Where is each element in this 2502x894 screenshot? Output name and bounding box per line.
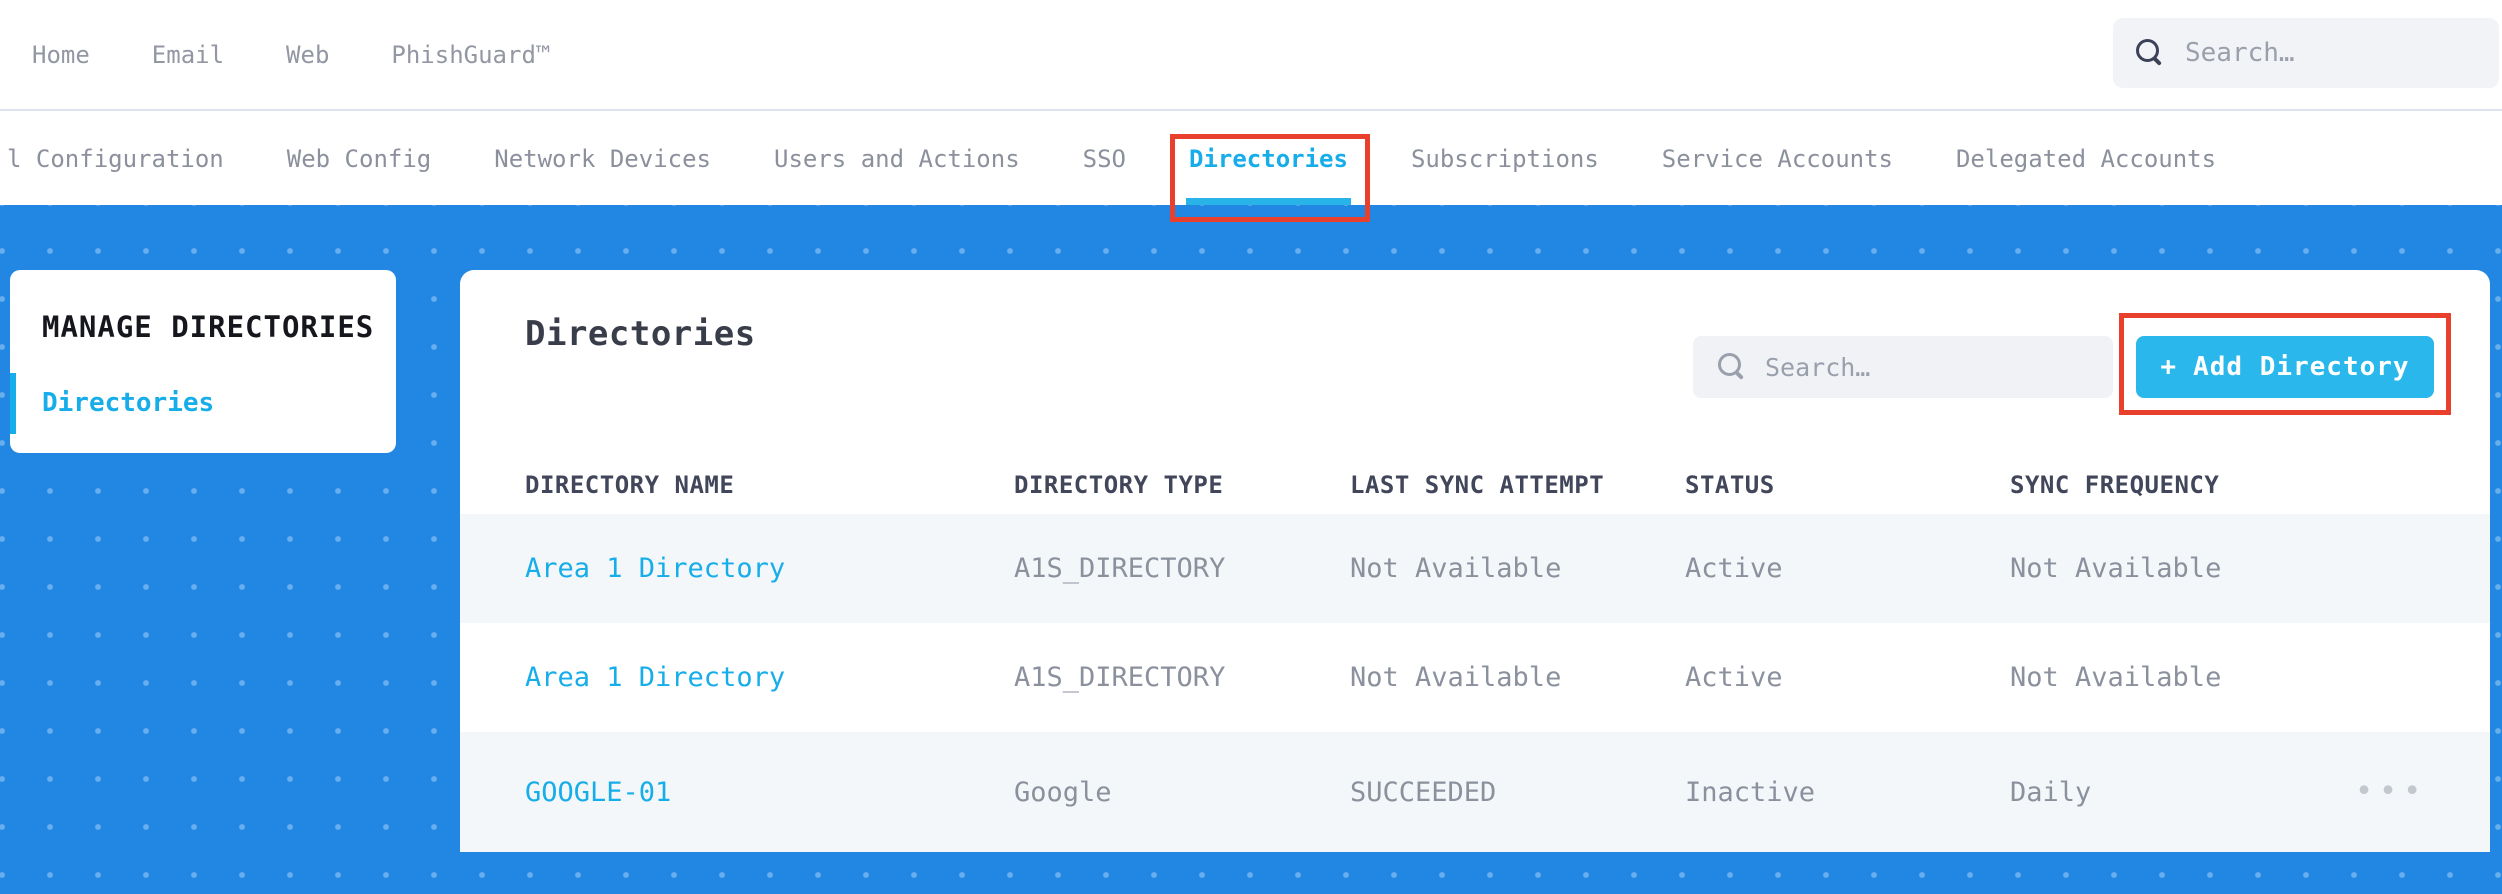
topnav-item-phishguard[interactable]: PhishGuard™ — [391, 41, 550, 69]
active-tab-underline — [1186, 198, 1351, 205]
last-sync-cell: Not Available — [1350, 553, 1562, 584]
last-sync-cell: SUCCEEDED — [1350, 776, 1497, 808]
active-item-bar — [10, 373, 16, 434]
table-row: GOOGLE-01 Google SUCCEEDED Inactive Dail… — [460, 732, 2490, 852]
tab-sso[interactable]: SSO — [1083, 113, 1126, 205]
directories-table: DIRECTORY NAME DIRECTORY TYPE LAST SYNC … — [460, 455, 2490, 852]
last-sync-cell: Not Available — [1350, 662, 1562, 693]
sync-frequency-cell: Daily — [2010, 776, 2092, 808]
tab-delegated-accounts[interactable]: Delegated Accounts — [1956, 113, 2216, 205]
directory-type-cell: A1S_DIRECTORY — [1014, 553, 1226, 584]
column-header-sync-frequency: SYNC FREQUENCY — [2010, 470, 2220, 499]
directory-name-link[interactable]: Area 1 Directory — [525, 553, 1014, 584]
sidebar-title: MANAGE DIRECTORIES — [42, 310, 375, 344]
tab-directories-label: Directories — [1189, 145, 1348, 173]
table-row: Area 1 Directory A1S_DIRECTORY Not Avail… — [460, 514, 2490, 623]
add-directory-button-area: + Add Directory — [2119, 313, 2451, 415]
directory-type-cell: A1S_DIRECTORY — [1014, 662, 1226, 693]
directory-type-cell: Google — [1014, 776, 1112, 808]
directories-search-input[interactable] — [1765, 352, 2113, 382]
tab-network-devices[interactable]: Network Devices — [494, 113, 711, 205]
column-header-directory-name: DIRECTORY NAME — [525, 470, 735, 499]
sync-frequency-cell: Not Available — [2010, 662, 2222, 693]
sidebar-item-directories[interactable]: Directories — [10, 373, 396, 434]
plus-icon: + — [2160, 352, 2178, 382]
ellipsis-icon[interactable]: ••• — [2355, 776, 2427, 807]
row-actions-cell: ••• — [2355, 776, 2502, 808]
top-navigation: Home Email Web PhishGuard™ — [0, 0, 2502, 111]
directories-search-box[interactable] — [1693, 336, 2113, 398]
topnav-item-web[interactable]: Web — [286, 41, 329, 69]
directory-name-link[interactable]: Area 1 Directory — [525, 662, 1014, 693]
manage-directories-card: MANAGE DIRECTORIES Directories — [10, 270, 396, 453]
search-icon — [2135, 38, 2165, 68]
directories-panel: Directories + Add Directory DIRECTORY NA… — [460, 270, 2490, 852]
tab-email-configuration[interactable]: l Configuration — [7, 113, 224, 205]
tab-users-and-actions[interactable]: Users and Actions — [774, 113, 1020, 205]
column-header-directory-type: DIRECTORY TYPE — [1014, 470, 1224, 499]
search-icon — [1717, 352, 1747, 382]
tab-service-accounts[interactable]: Service Accounts — [1662, 113, 1893, 205]
table-row: Area 1 Directory A1S_DIRECTORY Not Avail… — [460, 623, 2490, 732]
column-header-last-sync-attempt: LAST SYNC ATTEMPT — [1350, 470, 1605, 499]
status-cell: Active — [1685, 662, 1783, 693]
topnav-item-home[interactable]: Home — [32, 41, 90, 69]
global-search-input[interactable] — [2185, 38, 2499, 68]
tab-directories[interactable]: Directories — [1170, 113, 1370, 222]
sidebar-item-label: Directories — [42, 388, 215, 418]
status-cell: Active — [1685, 553, 1783, 584]
topnav-item-email[interactable]: Email — [152, 41, 224, 69]
tab-web-config[interactable]: Web Config — [287, 113, 432, 205]
column-header-status: STATUS — [1685, 470, 1775, 499]
sync-frequency-cell: Not Available — [2010, 553, 2222, 584]
settings-tab-bar: l Configuration Web Config Network Devic… — [0, 113, 2502, 222]
directory-name-link[interactable]: GOOGLE-01 — [525, 777, 1014, 808]
screen: Home Email Web PhishGuard™ l Configurati… — [0, 0, 2502, 894]
add-directory-button-label: Add Directory — [2193, 352, 2410, 382]
table-header-row: DIRECTORY NAME DIRECTORY TYPE LAST SYNC … — [460, 455, 2490, 514]
status-cell: Inactive — [1685, 776, 1816, 808]
global-search-box[interactable] — [2113, 18, 2499, 88]
page-title: Directories — [525, 314, 756, 354]
add-directory-button[interactable]: + Add Directory — [2136, 336, 2434, 398]
tab-subscriptions[interactable]: Subscriptions — [1411, 113, 1599, 205]
